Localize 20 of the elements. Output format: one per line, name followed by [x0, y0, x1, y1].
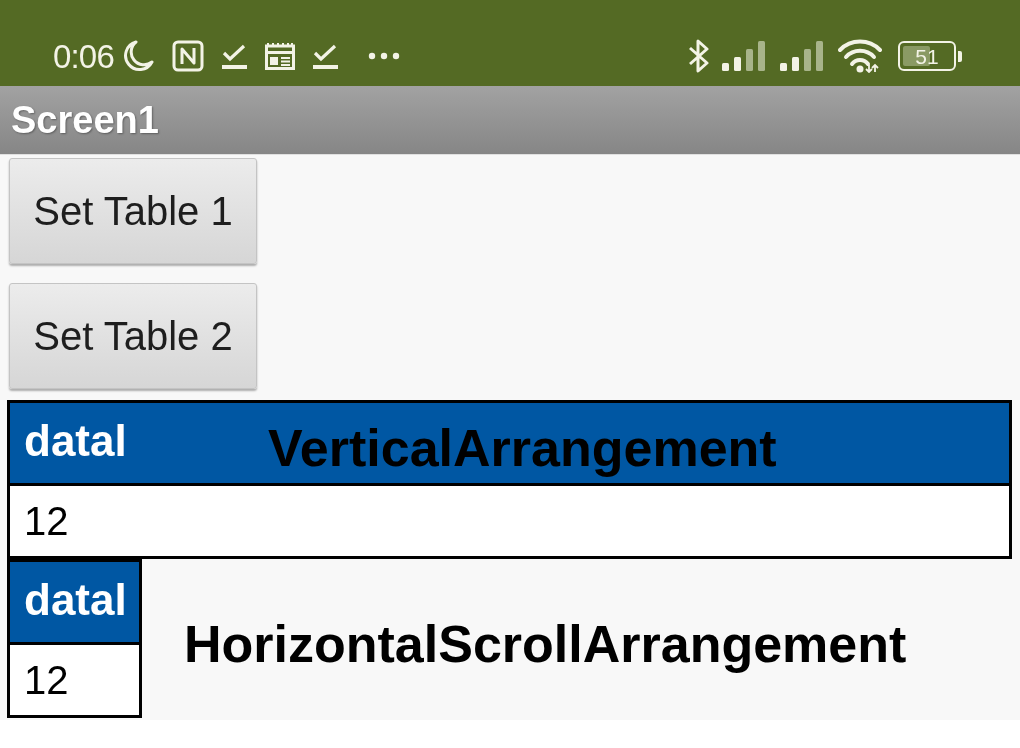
wifi-icon [838, 39, 882, 73]
screen-title: Screen1 [11, 101, 159, 139]
signal-bars-icon [780, 41, 826, 71]
signal-bars-icon [722, 41, 768, 71]
download-done-icon [221, 43, 247, 69]
set-table-button[interactable]: Set Table 2 [9, 283, 257, 389]
table-cell: 12 [10, 645, 139, 715]
table-header-cell: datal [10, 562, 139, 642]
table-cell: 12 [10, 486, 1009, 556]
battery-indicator: 51 [898, 41, 962, 71]
status-time: 0:06 [53, 39, 114, 73]
moon-icon [121, 40, 154, 72]
more-dots-icon [367, 52, 400, 60]
annotation-label: VerticalArrangement [268, 418, 777, 479]
nfc-icon [171, 40, 204, 72]
calendar-icon [264, 42, 295, 70]
set-table-button[interactable]: Set Table 1 [9, 158, 257, 264]
annotation-label: HorizontalScrollArrangement [184, 613, 907, 675]
download-done-icon [312, 43, 338, 69]
bluetooth-icon [688, 39, 710, 73]
